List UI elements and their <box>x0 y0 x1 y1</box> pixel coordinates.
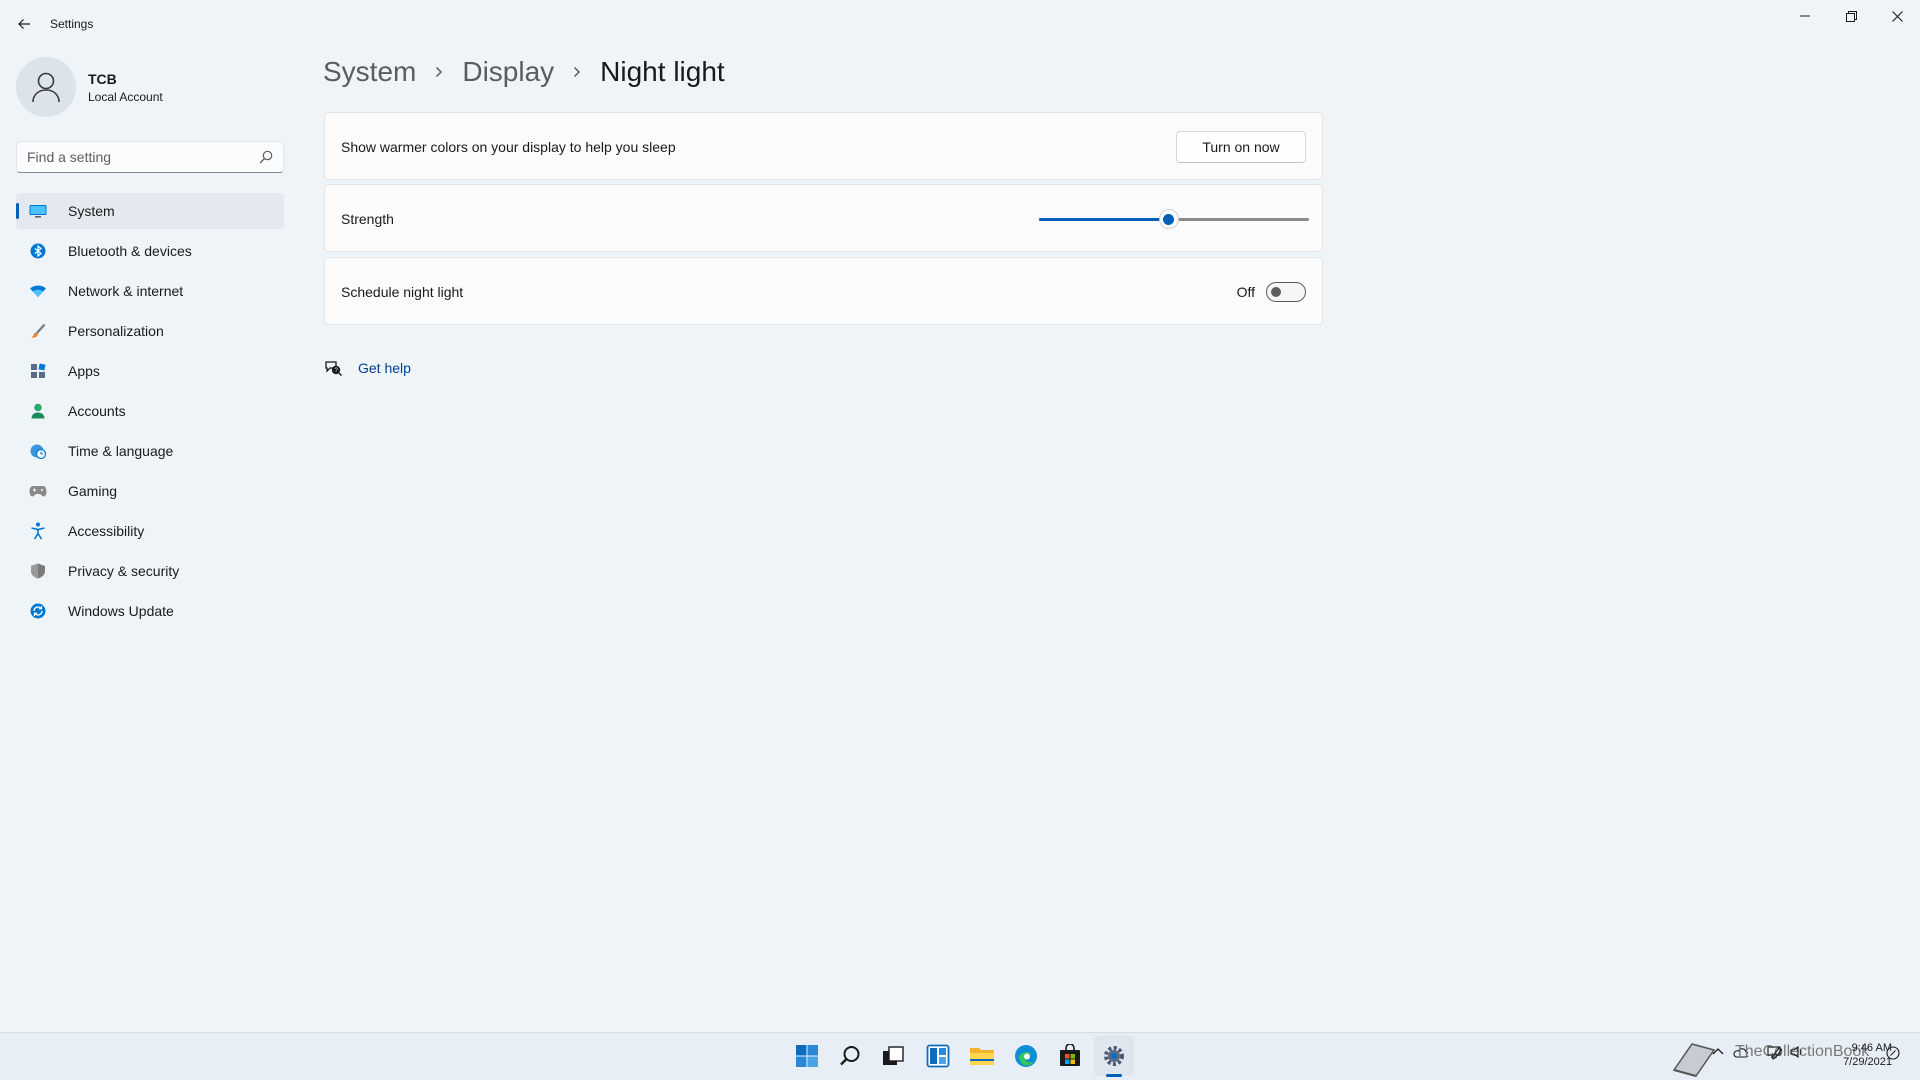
sidebar-item-label: Gaming <box>68 483 118 499</box>
account-type: Local Account <box>88 89 163 104</box>
turn-on-now-button[interactable]: Turn on now <box>1176 131 1306 163</box>
profile-name: TCB <box>88 70 117 87</box>
sidebar-item-accounts[interactable]: Accounts <box>16 393 284 429</box>
sidebar-item-personalization[interactable]: Personalization <box>16 313 284 349</box>
clock-time: 9:46 AM <box>1851 1042 1892 1054</box>
page-title: Night light <box>600 56 725 87</box>
sidebar-item-label: Privacy & security <box>68 563 180 579</box>
help-chat-icon: ? <box>325 361 342 377</box>
sidebar-item-label: Apps <box>68 363 100 379</box>
shield-icon <box>28 561 48 581</box>
person-icon <box>32 72 60 103</box>
chevron-right-icon <box>434 66 444 78</box>
sidebar-item-gaming[interactable]: Gaming <box>16 473 284 509</box>
taskbar <box>0 1032 1920 1080</box>
search-box <box>16 141 284 173</box>
toggle-knob <box>1271 287 1281 297</box>
monitor-icon <box>28 201 48 221</box>
watermark-logo <box>1668 1032 1718 1080</box>
search-icon[interactable] <box>259 150 273 169</box>
file-explorer-icon[interactable] <box>962 1036 1002 1076</box>
volume-icon[interactable] <box>1790 1045 1804 1061</box>
user-profile[interactable]: TCB Local Account <box>16 57 163 117</box>
apps-icon <box>28 361 48 381</box>
back-button[interactable] <box>10 10 38 38</box>
sidebar-nav: System Bluetooth & devices Network & int… <box>16 193 284 633</box>
strength-slider[interactable] <box>1039 207 1309 231</box>
clock[interactable]: 9:46 AM 7/29/2021 <box>1822 1041 1892 1069</box>
sidebar-item-label: Network & internet <box>68 283 184 299</box>
sidebar-item-time-language[interactable]: Time & language <box>16 433 284 469</box>
brush-icon <box>28 321 48 341</box>
sidebar-item-label: Time & language <box>68 443 174 459</box>
back-arrow-icon <box>18 19 30 29</box>
schedule-label: Schedule night light <box>341 284 464 300</box>
strength-card: Strength <box>324 184 1323 252</box>
close-button[interactable] <box>1874 0 1920 32</box>
sidebar-item-label: Accounts <box>68 403 126 419</box>
update-icon <box>28 601 48 621</box>
restore-icon <box>1845 10 1857 22</box>
schedule-toggle[interactable] <box>1266 282 1306 302</box>
wifi-icon <box>28 281 48 301</box>
minimize-button[interactable] <box>1782 0 1828 32</box>
sidebar-item-label: System <box>68 203 115 219</box>
chevron-right-icon <box>572 66 582 78</box>
breadcrumb: System Display Night light <box>323 56 725 88</box>
widgets-icon[interactable] <box>918 1036 958 1076</box>
chevron-up-icon[interactable] <box>1712 1046 1724 1060</box>
strength-label: Strength <box>341 211 394 227</box>
search-icon[interactable] <box>830 1036 870 1076</box>
app-title: Settings <box>50 17 94 31</box>
close-icon <box>1891 10 1903 22</box>
sidebar-item-privacy-security[interactable]: Privacy & security <box>16 553 284 589</box>
bluetooth-icon <box>28 241 48 261</box>
sidebar-item-network[interactable]: Network & internet <box>16 273 284 309</box>
sidebar-item-label: Personalization <box>68 323 164 339</box>
breadcrumb-display[interactable]: Display <box>462 56 554 88</box>
minimize-icon <box>1800 15 1810 17</box>
title-bar: Settings <box>0 0 1920 48</box>
accessibility-icon <box>28 521 48 541</box>
globe-clock-icon <box>28 441 48 461</box>
search-input[interactable] <box>17 142 247 172</box>
turn-on-description: Show warmer colors on your display to he… <box>341 139 676 155</box>
restore-button[interactable] <box>1828 0 1874 32</box>
avatar <box>16 57 76 117</box>
sidebar-item-bluetooth[interactable]: Bluetooth & devices <box>16 233 284 269</box>
turn-on-card: Show warmer colors on your display to he… <box>324 112 1323 180</box>
schedule-card: Schedule night light Off <box>324 257 1323 325</box>
sidebar-item-label: Windows Update <box>68 603 174 619</box>
store-icon[interactable] <box>1050 1036 1090 1076</box>
clock-date: 7/29/2021 <box>1843 1056 1892 1068</box>
task-view-icon[interactable] <box>873 1036 913 1076</box>
network-icon[interactable] <box>1767 1046 1781 1061</box>
slider-fill <box>1039 218 1163 221</box>
notification-icon[interactable] <box>1886 1046 1900 1063</box>
breadcrumb-system[interactable]: System <box>323 56 416 88</box>
get-help-link[interactable]: Get help <box>358 360 411 376</box>
start-icon[interactable] <box>787 1036 827 1076</box>
sidebar-item-label: Bluetooth & devices <box>68 243 192 259</box>
profile-text: TCB Local Account <box>88 71 163 104</box>
sidebar-item-windows-update[interactable]: Windows Update <box>16 593 284 629</box>
slider-thumb[interactable] <box>1158 209 1179 229</box>
get-help[interactable]: ? Get help <box>324 359 411 377</box>
edge-icon[interactable] <box>1006 1036 1046 1076</box>
controller-icon <box>28 481 48 501</box>
sidebar-item-accessibility[interactable]: Accessibility <box>16 513 284 549</box>
toggle-state-label: Off <box>1236 284 1255 300</box>
settings-icon[interactable] <box>1094 1036 1134 1076</box>
sidebar-item-label: Accessibility <box>68 523 145 539</box>
person-icon <box>28 401 48 421</box>
sidebar-item-apps[interactable]: Apps <box>16 353 284 389</box>
active-app-indicator <box>1106 1074 1122 1077</box>
sidebar-item-system[interactable]: System <box>16 193 284 229</box>
